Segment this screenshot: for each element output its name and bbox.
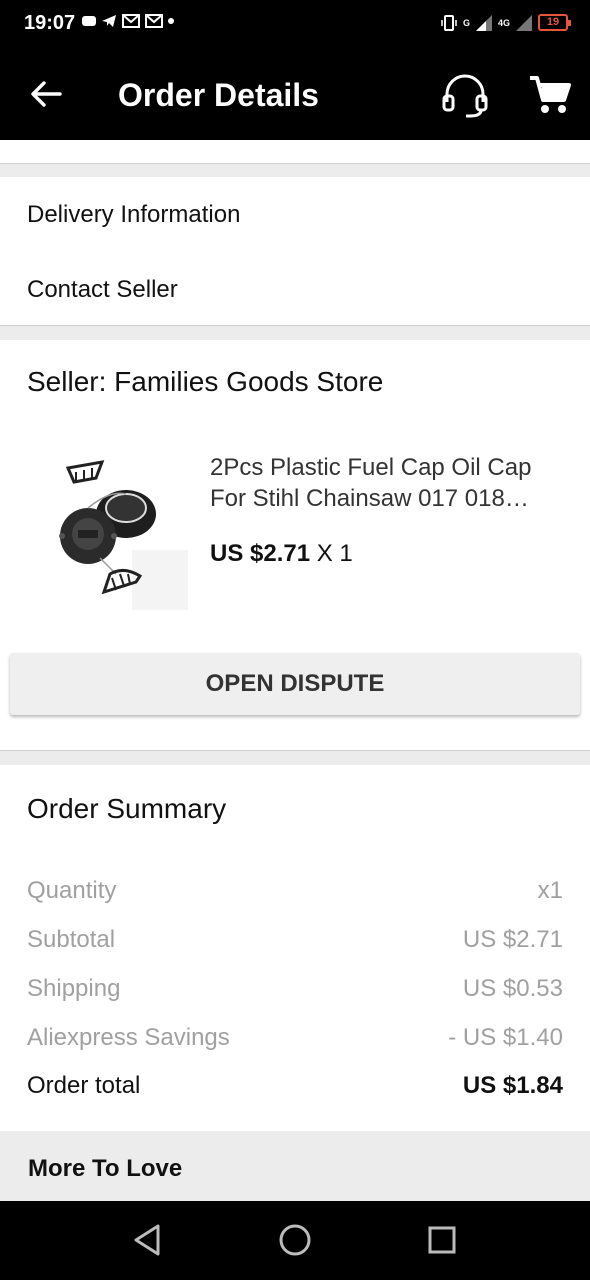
system-navigation-bar <box>0 1201 590 1280</box>
nav-home-icon[interactable] <box>275 1220 315 1260</box>
order-total-label: Order total <box>27 1072 141 1099</box>
order-links-card: Delivery Information Contact Seller <box>0 177 590 326</box>
vibrate-icon <box>441 14 457 31</box>
summary-value: US $2.71 <box>462 926 563 953</box>
summary-value: - US $1.40 <box>448 1024 563 1051</box>
more-to-love-title: More To Love <box>28 1155 183 1182</box>
summary-label: Shipping <box>27 975 121 1002</box>
summary-label: Subtotal <box>27 926 116 953</box>
network-g-label: G <box>462 17 470 28</box>
product-title[interactable]: 2Pcs Plastic Fuel Cap Oil Cap For Stihl … <box>210 452 562 514</box>
shopping-cart-icon[interactable] <box>528 74 572 116</box>
gmail-icon-2 <box>145 14 163 28</box>
battery-icon: 19 <box>538 14 571 31</box>
product-price: US $2.71 <box>210 540 311 567</box>
system-icons: G 4G 19 <box>441 14 571 31</box>
summary-row-quantity: Quantity x1 <box>27 877 563 909</box>
gmail-icon <box>122 14 140 28</box>
order-summary-card: Order Summary Quantity x1 Subtotal US $2… <box>0 765 590 1131</box>
delivery-information-link[interactable]: Delivery Information <box>27 201 240 229</box>
order-summary-title: Order Summary <box>27 793 227 824</box>
headset-support-icon[interactable] <box>440 72 490 118</box>
nav-back-icon[interactable] <box>128 1220 168 1260</box>
order-status-card <box>0 140 590 164</box>
back-arrow-icon[interactable] <box>26 74 66 114</box>
summary-row-subtotal: Subtotal US $2.71 <box>27 926 563 958</box>
summary-value: x1 <box>537 877 563 904</box>
summary-row-shipping: Shipping US $0.53 <box>27 975 563 1007</box>
summary-row-savings: Aliexpress Savings - US $1.40 <box>27 1024 563 1056</box>
dot-icon <box>168 18 174 24</box>
nav-recents-icon[interactable] <box>422 1220 462 1260</box>
product-image[interactable] <box>40 450 190 610</box>
network-type-label: 4G <box>497 17 510 28</box>
open-dispute-button[interactable]: OPEN DISPUTE <box>10 653 580 715</box>
product-price-line: US $2.71 X 1 <box>210 540 353 568</box>
battery-level: 19 <box>546 16 560 28</box>
seller-card: Seller: Families Goods Store 2Pcs Plasti… <box>0 340 590 751</box>
summary-value: US $0.53 <box>462 975 563 1002</box>
message-icon <box>82 16 96 26</box>
telegram-icon <box>102 15 116 27</box>
signal-icon <box>475 14 492 31</box>
page-title: Order Details <box>118 77 319 113</box>
app-bar: Order Details <box>0 48 590 140</box>
product-quantity: X 1 <box>316 540 353 567</box>
notification-icons <box>82 14 174 28</box>
summary-row-order-total: Order total US $1.84 <box>27 1072 563 1104</box>
signal-icon-2 <box>516 14 532 31</box>
more-to-love-section: More To Love <box>0 1131 590 1201</box>
summary-label: Aliexpress Savings <box>27 1024 230 1051</box>
order-total-value: US $1.84 <box>462 1072 563 1099</box>
summary-label: Quantity <box>27 877 117 904</box>
seller-name[interactable]: Seller: Families Goods Store <box>27 366 383 398</box>
contact-seller-link[interactable]: Contact Seller <box>27 276 178 304</box>
status-bar: 19:07 G 4G 19 <box>0 0 590 48</box>
status-time: 19:07 <box>24 12 76 34</box>
